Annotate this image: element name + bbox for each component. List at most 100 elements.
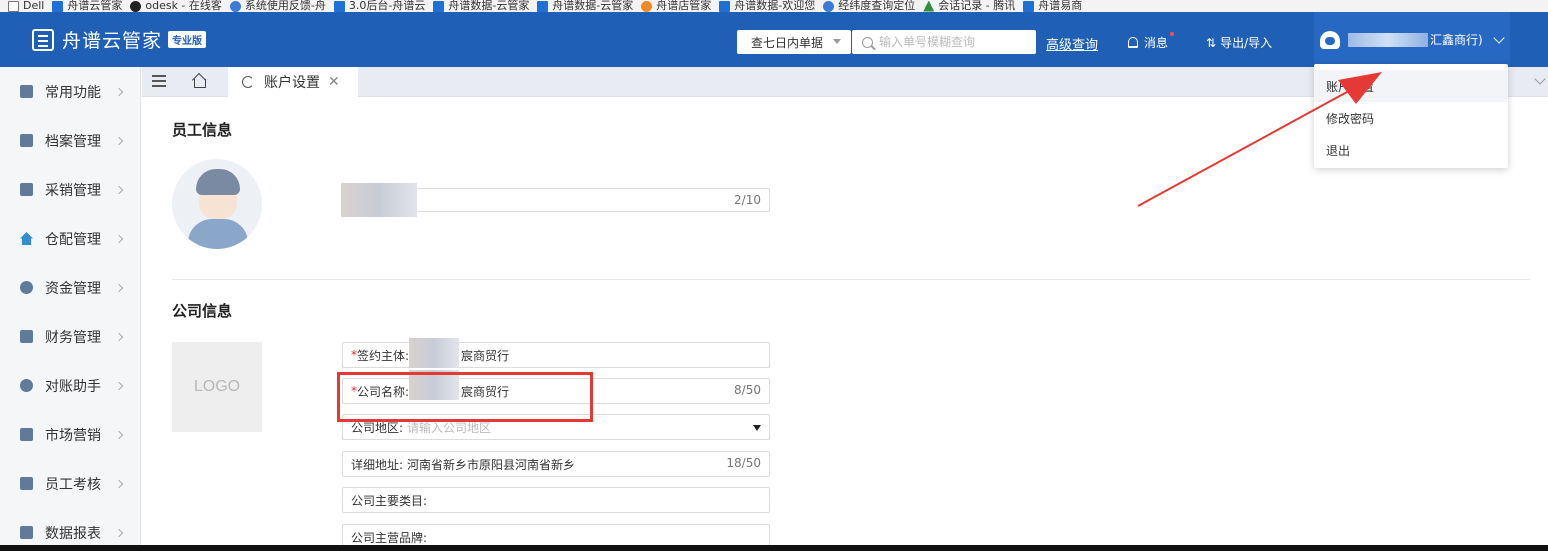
- marketing-icon: [20, 428, 33, 441]
- bookmark-item[interactable]: 经纬度查询定位: [823, 0, 915, 12]
- menu-item-logout[interactable]: 退出: [1314, 134, 1508, 166]
- export-import-button[interactable]: ⇅ 导出/导入: [1206, 34, 1272, 51]
- close-icon[interactable]: ✕: [328, 74, 340, 90]
- bookmark-label: 舟谱数据-云管家: [552, 0, 634, 12]
- blurred-user-name: [1348, 32, 1428, 47]
- sidebar-item-label: 仓配管理: [45, 231, 101, 248]
- bookmark-label: Dell: [23, 0, 45, 12]
- main-category-field[interactable]: 公司主要类目:: [342, 487, 770, 513]
- edition-badge: 专业版: [168, 31, 207, 48]
- app-logo[interactable]: 舟谱云管家 专业版: [32, 26, 207, 53]
- date-range-select[interactable]: 查七日内单据: [737, 30, 851, 54]
- chevron-right-icon: [114, 234, 124, 243]
- user-menu-trigger[interactable]: 汇鑫商行): [1314, 12, 1510, 67]
- company-name-counter: 8/50: [734, 383, 761, 397]
- chevron-right-icon: [114, 332, 124, 341]
- chevron-right-icon: [114, 381, 124, 390]
- advanced-search-link[interactable]: 高级查询: [1046, 34, 1098, 53]
- bookmark-label: 系统使用反馈-舟: [244, 0, 326, 12]
- sidebar-item[interactable]: 档案管理: [0, 116, 140, 165]
- brand-label: 公司主营品牌:: [351, 530, 428, 545]
- sidebar-item-label: 对账助手: [45, 378, 101, 395]
- unread-dot: [1170, 32, 1175, 36]
- top-header: 舟谱云管家 专业版 查七日内单据 高级查询 消息 ⇅ 导出/导入 汇鑫商行): [0, 12, 1548, 67]
- annotation-highlight-box: [337, 372, 593, 422]
- sidebar-item[interactable]: 对账助手: [0, 361, 140, 410]
- company-logo-upload[interactable]: LOGO: [172, 342, 262, 432]
- refresh-icon[interactable]: [242, 76, 254, 88]
- bookmark-label: 3.0后台-舟谱云: [348, 0, 426, 12]
- chevron-down-icon: [1493, 31, 1505, 44]
- tab-more-icon[interactable]: [1534, 73, 1546, 85]
- user-avatar-icon: [1320, 30, 1340, 49]
- messages-button[interactable]: 消息: [1128, 32, 1175, 51]
- menu-item-change-password[interactable]: 修改密码: [1314, 102, 1508, 134]
- contract-entity-label: 签约主体:: [357, 348, 410, 363]
- sidebar-item[interactable]: 仓配管理: [0, 214, 140, 263]
- date-range-label: 查七日内单据: [751, 35, 824, 50]
- blurred-entity-name: [409, 338, 460, 368]
- bookmark-label: 舟谱易商: [1038, 0, 1083, 12]
- home-icon[interactable]: [192, 73, 208, 89]
- chevron-right-icon: [114, 136, 124, 145]
- tab-account-settings[interactable]: 账户设置 ✕: [228, 67, 358, 97]
- bookmark-item[interactable]: Dell: [8, 0, 44, 12]
- user-dropdown-menu: 账户设置 修改密码 退出: [1314, 64, 1508, 168]
- bookmark-item[interactable]: 舟谱数据-欢迎您: [719, 0, 815, 12]
- chevron-right-icon: [114, 479, 124, 488]
- bookmark-item[interactable]: 舟谱数据-云管家: [537, 0, 633, 12]
- chevron-right-icon: [114, 283, 124, 292]
- bookmark-favicon-icon: [823, 0, 835, 12]
- finance-icon: [20, 330, 33, 343]
- bookmark-item[interactable]: 舟谱数据-云管家: [433, 0, 529, 12]
- bookmark-item[interactable]: 舟谱云管家: [52, 0, 122, 12]
- warehouse-icon: [20, 232, 33, 245]
- sidebar-item[interactable]: 采销管理: [0, 165, 140, 214]
- bookmark-item[interactable]: 舟谱易商: [1023, 0, 1082, 12]
- bookmark-favicon-icon: [1023, 0, 1035, 12]
- sort-icon: ⇅: [1206, 35, 1217, 50]
- bookmark-item[interactable]: 会话记录 - 腾讯: [923, 0, 1015, 12]
- address-value: 河南省新乡市原阳县河南省新乡: [407, 457, 576, 472]
- contract-entity-field[interactable]: * 签约主体: 宸商贸行: [342, 338, 770, 368]
- chevron-right-icon: [114, 185, 124, 194]
- bookmark-label: 舟谱云管家: [67, 0, 123, 12]
- sidebar-item-label: 资金管理: [45, 280, 101, 297]
- employee-name-field[interactable]: 2/10: [341, 183, 770, 217]
- reconcile-icon: [20, 379, 33, 392]
- sidebar-item-label: 采销管理: [45, 182, 101, 199]
- staff-icon: [20, 477, 33, 490]
- sidebar-item[interactable]: 财务管理: [0, 312, 140, 361]
- sidebar-item[interactable]: 资金管理: [0, 263, 140, 312]
- bookmark-label: 舟谱数据-欢迎您: [734, 0, 816, 12]
- order-search-input[interactable]: [879, 35, 1029, 49]
- messages-label: 消息: [1144, 32, 1175, 51]
- export-import-label: 导出/导入: [1220, 36, 1273, 50]
- collapse-menu-icon[interactable]: [152, 75, 166, 87]
- company-section-title: 公司信息: [172, 302, 233, 320]
- employee-avatar[interactable]: [172, 159, 262, 249]
- bookmark-item[interactable]: odesk - 在线客: [130, 0, 222, 12]
- menu-item-account-settings[interactable]: 账户设置: [1314, 70, 1508, 102]
- sidebar: 常用功能 档案管理 采销管理 仓配管理 资金管理 财务管理 对账助手 市场营销 员工考核 数据报表: [0, 67, 141, 551]
- blurred-employee-name: [341, 183, 417, 217]
- address-field[interactable]: 详细地址: 河南省新乡市原阳县河南省新乡 18/50: [342, 451, 770, 477]
- bookmark-favicon-icon: [641, 0, 653, 12]
- address-blur: [575, 453, 616, 475]
- sidebar-item[interactable]: 员工考核: [0, 459, 140, 508]
- bookmark-item[interactable]: 舟谱店管家: [641, 0, 711, 12]
- employee-section-title: 员工信息: [172, 121, 233, 139]
- frequent-icon: [20, 85, 33, 98]
- sidebar-item[interactable]: 市场营销: [0, 410, 140, 459]
- sidebar-item[interactable]: 常用功能: [0, 67, 140, 116]
- sidebar-item-label: 市场营销: [45, 427, 101, 444]
- app-title: 舟谱云管家: [62, 30, 163, 52]
- bookmark-item[interactable]: 系统使用反馈-舟: [229, 0, 326, 12]
- bookmark-favicon-icon: [130, 0, 142, 12]
- report-icon: [20, 526, 33, 539]
- sidebar-item-label: 档案管理: [45, 133, 101, 150]
- bookmark-item[interactable]: 3.0后台-舟谱云: [333, 0, 426, 12]
- bookmark-favicon-icon: [8, 0, 19, 12]
- bookmark-label: 舟谱店管家: [656, 0, 712, 12]
- sidebar-item-label: 员工考核: [45, 476, 101, 493]
